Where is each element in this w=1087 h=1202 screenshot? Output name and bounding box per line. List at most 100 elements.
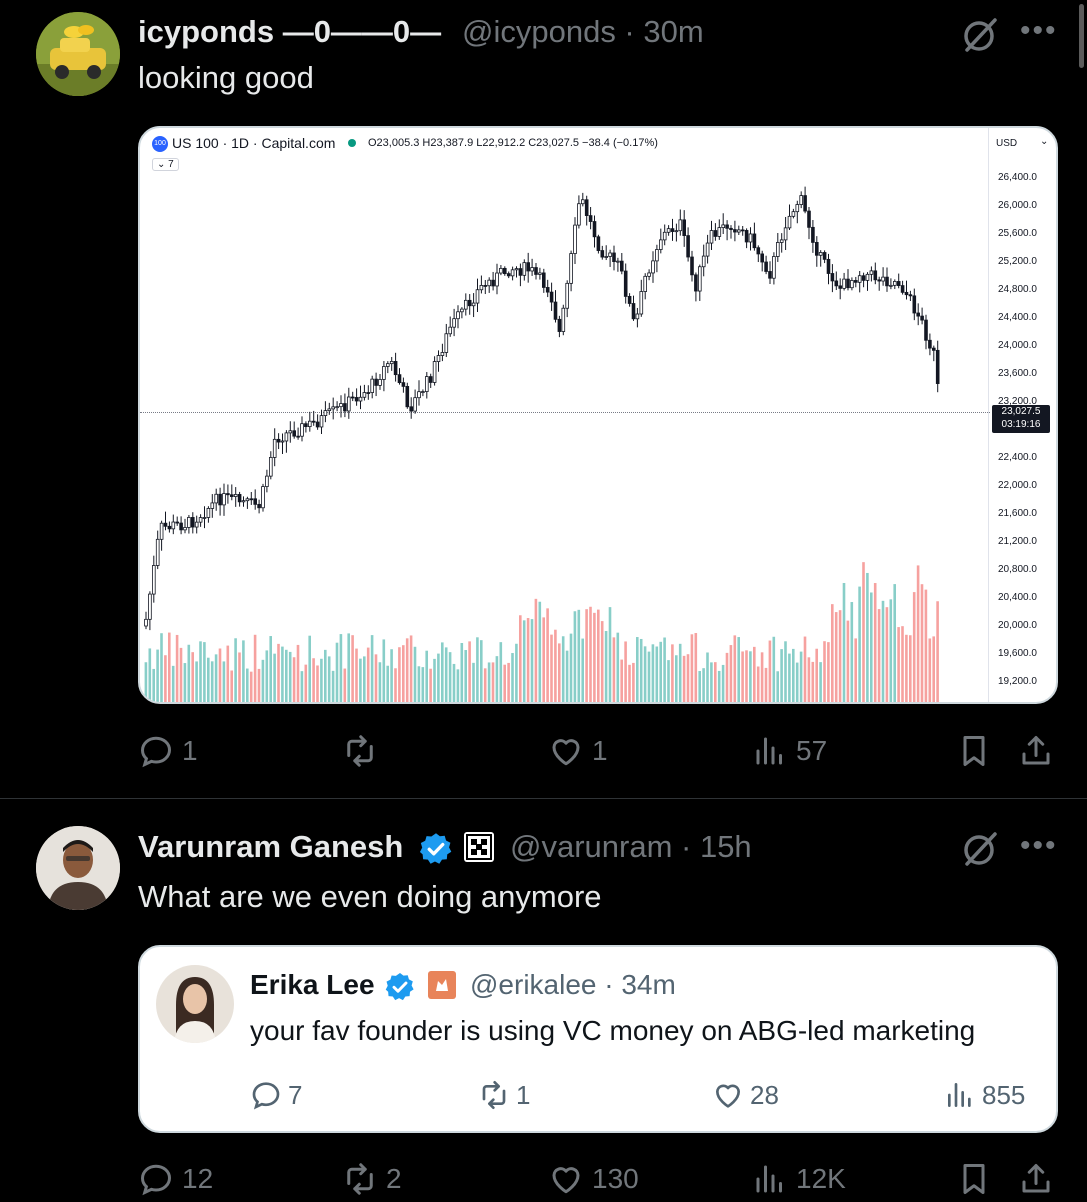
candle-body (257, 503, 261, 509)
candle-body (538, 272, 542, 275)
reply-button[interactable]: 1 (138, 733, 198, 769)
candle-body (885, 276, 889, 287)
candle-body (662, 231, 667, 241)
quoted-repost-button[interactable]: 1 (478, 1079, 530, 1111)
volume-bar (152, 668, 155, 702)
candle-body (171, 521, 176, 530)
views-button[interactable]: 12K (752, 1161, 846, 1197)
candle-body (846, 278, 850, 289)
volume-bar (316, 665, 319, 702)
volume-bar (690, 634, 694, 702)
volume-bar (234, 638, 237, 702)
chart-image[interactable]: 100 US 100 · 1D · Capital.com O23,005.3 … (138, 126, 1058, 704)
repost-button[interactable]: 2 (342, 1161, 402, 1197)
quoted-handle-and-time[interactable]: @erikalee · 34m (470, 969, 676, 1001)
candlestick-series (144, 186, 940, 702)
share-icon[interactable] (1018, 733, 1054, 774)
volume-bar (920, 584, 924, 702)
candle-body (456, 311, 460, 320)
views-button[interactable]: 57 (752, 733, 827, 769)
candle-body (163, 522, 168, 527)
volume-bar (429, 668, 432, 702)
volume-bar (218, 648, 222, 702)
volume-bar (682, 655, 686, 702)
candle-body (869, 270, 874, 275)
volume-bar (753, 646, 756, 702)
candle-body (432, 361, 437, 383)
candle-body (506, 273, 511, 277)
volume-bar (768, 640, 772, 702)
volume-bar (382, 639, 386, 702)
candle-body (440, 352, 445, 356)
volume-bar (230, 670, 233, 702)
volume-bar (885, 607, 889, 702)
more-icon[interactable]: ••• (1020, 829, 1058, 863)
avatar[interactable] (156, 965, 234, 1043)
handle-and-time[interactable]: @icyponds · 30m (462, 14, 704, 50)
price-tick-label: 21,200.0 (998, 536, 1037, 547)
volume-bar (460, 643, 464, 702)
avatar[interactable] (36, 826, 120, 910)
volume-bar (542, 617, 545, 702)
volume-bar (534, 598, 538, 702)
like-button[interactable]: 1 (548, 733, 608, 769)
candle-body (487, 279, 491, 287)
candle-body (920, 315, 924, 321)
display-name[interactable]: Varunram Ganesh (138, 829, 403, 865)
candle-body (561, 307, 566, 332)
currency-dropdown-icon[interactable]: ⌄ (1040, 136, 1048, 147)
currency-label[interactable]: USD (996, 138, 1017, 149)
candle-body (370, 378, 375, 393)
affiliate-badge-icon[interactable] (428, 971, 456, 999)
grok-icon[interactable] (962, 830, 1000, 873)
volume-bar (495, 656, 499, 702)
display-name[interactable]: icyponds —0——0— (138, 14, 441, 50)
price-tick-label: 26,000.0 (998, 200, 1037, 211)
volume-bar (456, 669, 460, 702)
volume-bar (784, 641, 787, 702)
candle-body (900, 285, 905, 293)
last-price: 23,027.5 (1001, 406, 1041, 417)
repost-button[interactable] (342, 733, 386, 769)
candle-body (296, 435, 300, 438)
price-tick-label: 20,000.0 (998, 620, 1037, 631)
repost-icon (347, 735, 373, 767)
candle-body (690, 256, 694, 276)
scrollbar[interactable] (1079, 4, 1084, 68)
volume-bar (433, 658, 436, 702)
candle-body (315, 421, 320, 428)
reply-count: 12 (182, 1163, 214, 1194)
quoted-like-button[interactable]: 28 (712, 1079, 779, 1111)
candle-body (514, 268, 519, 271)
more-icon[interactable]: ••• (1020, 14, 1058, 48)
reply-button[interactable]: 12 (138, 1161, 213, 1197)
quoted-views-button[interactable]: 855 (944, 1079, 1025, 1111)
volume-bar (815, 648, 818, 702)
candle-body (756, 247, 761, 255)
bookmark-icon[interactable] (956, 1161, 992, 1202)
share-icon[interactable] (1018, 1161, 1054, 1202)
bookmark-icon[interactable] (956, 733, 992, 774)
volume-bar (168, 632, 171, 702)
reply-icon (140, 736, 172, 768)
volume-bar (253, 634, 257, 702)
handle-and-time[interactable]: @varunram · 15h (510, 829, 752, 865)
volume-bar (741, 651, 744, 702)
quoted-display-name[interactable]: Erika Lee (250, 969, 375, 1001)
avatar[interactable] (36, 12, 120, 96)
like-button[interactable]: 130 (548, 1161, 639, 1197)
grok-icon[interactable] (962, 16, 1000, 59)
candle-body (608, 252, 612, 257)
volume-bar (503, 664, 506, 702)
volume-bar (862, 562, 865, 702)
affiliate-badge-icon[interactable] (464, 832, 494, 862)
candle-body (241, 500, 246, 503)
candle-body (639, 291, 644, 315)
candle-body (202, 517, 207, 519)
quoted-post[interactable]: Erika Lee @erikalee · 34m your fav found… (138, 945, 1058, 1133)
volume-bar (222, 661, 226, 702)
candle-body (655, 249, 659, 262)
candle-body (811, 226, 815, 243)
volume-bar (530, 619, 534, 702)
quoted-reply-button[interactable]: 7 (250, 1079, 302, 1111)
